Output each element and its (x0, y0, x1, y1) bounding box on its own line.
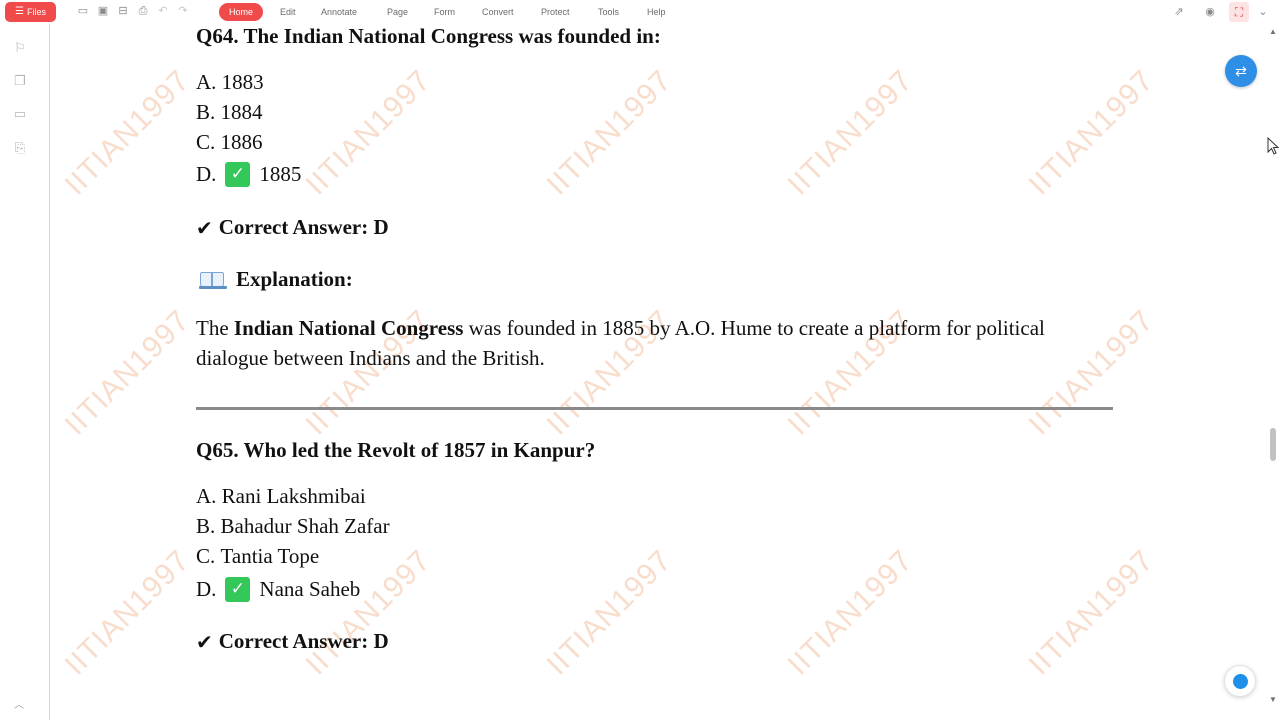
left-sidebar: ⚐ ❐ ▭ ⎘ ︿ (0, 24, 50, 720)
question-65-option-d: D. ✓ Nana Saheb (196, 577, 360, 602)
option-text: Nana Saheb (259, 577, 361, 601)
assistant-icon (1233, 674, 1248, 689)
question-64-option-d: D. ✓ 1885 (196, 162, 301, 187)
option-letter: A. (196, 484, 217, 508)
thumbnails-icon[interactable]: ❐ (12, 73, 28, 89)
top-toolbar: ☰ Files ▭ ▣ ⊟ ⎙ ↶ ↷ Home Edit Annotate P… (0, 0, 1280, 24)
scroll-down-icon[interactable]: ▼ (1269, 696, 1277, 704)
question-64-option-c: C. 1886 (196, 130, 263, 155)
explanation-text-part: The (196, 316, 234, 340)
scrollbar-thumb[interactable] (1270, 428, 1276, 461)
print-icon[interactable]: ⎙ (137, 5, 149, 17)
section-divider (196, 407, 1113, 410)
correct-answer-text: Correct Answer: D (218, 215, 389, 239)
checkmark-icon: ✓ (225, 162, 251, 187)
share-icon[interactable]: ⇗ (1172, 5, 1186, 19)
chevron-up-icon[interactable]: ︿ (12, 696, 26, 711)
option-text: 1884 (220, 100, 263, 124)
tick-icon: ✔ (196, 215, 213, 240)
chevron-down-icon[interactable]: ⌄ (1256, 5, 1270, 19)
explanation-heading-text: Explanation: (236, 267, 353, 291)
watermark: IITIAN1997 (781, 543, 920, 682)
question-64-option-a: A. 1883 (196, 70, 264, 95)
option-text: 1885 (259, 162, 302, 186)
question-65-option-b: B. Bahadur Shah Zafar (196, 514, 390, 539)
correct-answer-text: Correct Answer: D (218, 629, 389, 653)
question-65-option-a: A. Rani Lakshmibai (196, 484, 366, 509)
question-64-explanation-heading: Explanation: (199, 267, 353, 292)
explanation-bold-text: Indian National Congress (233, 316, 464, 340)
option-text: 1886 (220, 130, 263, 154)
option-letter: D. (196, 162, 217, 186)
question-65-correct-answer: ✔ Correct Answer: D (196, 629, 389, 654)
bookmark-icon[interactable]: ⚐ (12, 40, 28, 56)
open-book-icon (199, 270, 227, 290)
undo-icon[interactable]: ↶ (157, 5, 169, 17)
option-text: Tantia Tope (220, 544, 320, 568)
watermark: IITIAN1997 (1022, 63, 1161, 202)
tab-tools[interactable]: Tools (598, 5, 619, 19)
question-64-title: Q64. The Indian National Congress was fo… (196, 24, 661, 48)
document-page: IITIAN1997 IITIAN1997 IITIAN1997 IITIAN1… (51, 24, 1266, 720)
translate-icon[interactable]: ⇄ (1225, 55, 1257, 87)
watermark: IITIAN1997 (58, 303, 197, 442)
ai-assistant-button[interactable] (1224, 665, 1256, 697)
tab-help[interactable]: Help (647, 5, 666, 19)
question-65-option-c: C. Tantia Tope (196, 544, 319, 569)
tick-icon: ✔ (196, 629, 213, 654)
fullscreen-icon[interactable]: ⛶ (1229, 2, 1249, 22)
mouse-cursor-icon (1267, 137, 1279, 155)
watermark: IITIAN1997 (299, 543, 438, 682)
tab-convert[interactable]: Convert (482, 5, 514, 19)
save-icon[interactable]: ▣ (97, 5, 109, 17)
watermark: IITIAN1997 (781, 63, 920, 202)
scroll-up-icon[interactable]: ▲ (1269, 28, 1277, 36)
option-text: Bahadur Shah Zafar (220, 514, 390, 538)
read-mode-icon[interactable]: ◉ (1203, 5, 1217, 19)
checkmark-icon: ✓ (225, 577, 251, 602)
watermark: IITIAN1997 (58, 63, 197, 202)
save-as-icon[interactable]: ⊟ (117, 5, 129, 17)
attachments-icon[interactable]: ⎘ (12, 140, 28, 156)
vertical-scrollbar[interactable]: ▲ ▼ (1266, 24, 1280, 720)
watermark: IITIAN1997 (540, 63, 679, 202)
option-letter: A. (196, 70, 217, 94)
tab-page[interactable]: Page (387, 5, 408, 19)
redo-icon[interactable]: ↷ (177, 5, 189, 17)
option-letter: B. (196, 100, 216, 124)
comments-icon[interactable]: ▭ (12, 106, 28, 122)
option-letter: D. (196, 577, 217, 601)
question-65-title: Q65. Who led the Revolt of 1857 in Kanpu… (196, 438, 596, 462)
option-text: 1883 (221, 70, 264, 94)
tab-home[interactable]: Home (219, 3, 264, 21)
tab-protect[interactable]: Protect (541, 5, 570, 19)
tab-annotate[interactable]: Annotate (321, 5, 357, 19)
question-64-explanation-text: The Indian National Congress was founded… (196, 313, 1116, 373)
question-64-correct-answer: ✔ Correct Answer: D (196, 215, 389, 240)
files-label: Files (26, 7, 46, 17)
watermark: IITIAN1997 (58, 543, 197, 682)
tab-edit[interactable]: Edit (280, 5, 296, 19)
tab-form[interactable]: Form (434, 5, 455, 19)
open-icon[interactable]: ▭ (77, 5, 89, 17)
option-letter: C. (196, 544, 216, 568)
option-letter: C. (196, 130, 216, 154)
watermark: IITIAN1997 (540, 543, 679, 682)
watermark: IITIAN1997 (299, 63, 438, 202)
question-64-option-b: B. 1884 (196, 100, 263, 125)
option-letter: B. (196, 514, 216, 538)
menu-icon: ☰ (15, 6, 24, 17)
option-text: Rani Lakshmibai (221, 484, 366, 508)
files-menu-button[interactable]: ☰ Files (5, 2, 56, 22)
watermark: IITIAN1997 (1022, 543, 1161, 682)
